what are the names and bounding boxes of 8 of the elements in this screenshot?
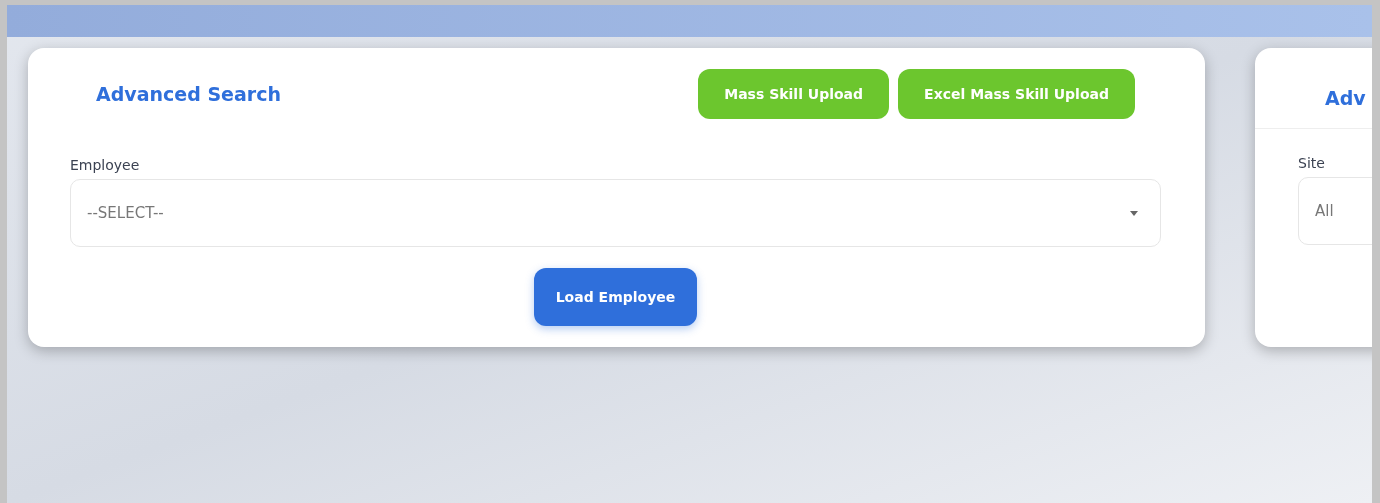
card-title: Adv [1325,87,1366,109]
field-label: Site [1298,155,1326,171]
field-label: Employee [70,157,141,173]
card-title: Advanced Search [96,83,281,105]
select-field[interactable]: --SELECT-- [70,179,1161,247]
caret-icon [1130,210,1138,216]
load-button[interactable]: Load Employee [533,268,698,326]
select-field[interactable]: All [1298,177,1372,245]
